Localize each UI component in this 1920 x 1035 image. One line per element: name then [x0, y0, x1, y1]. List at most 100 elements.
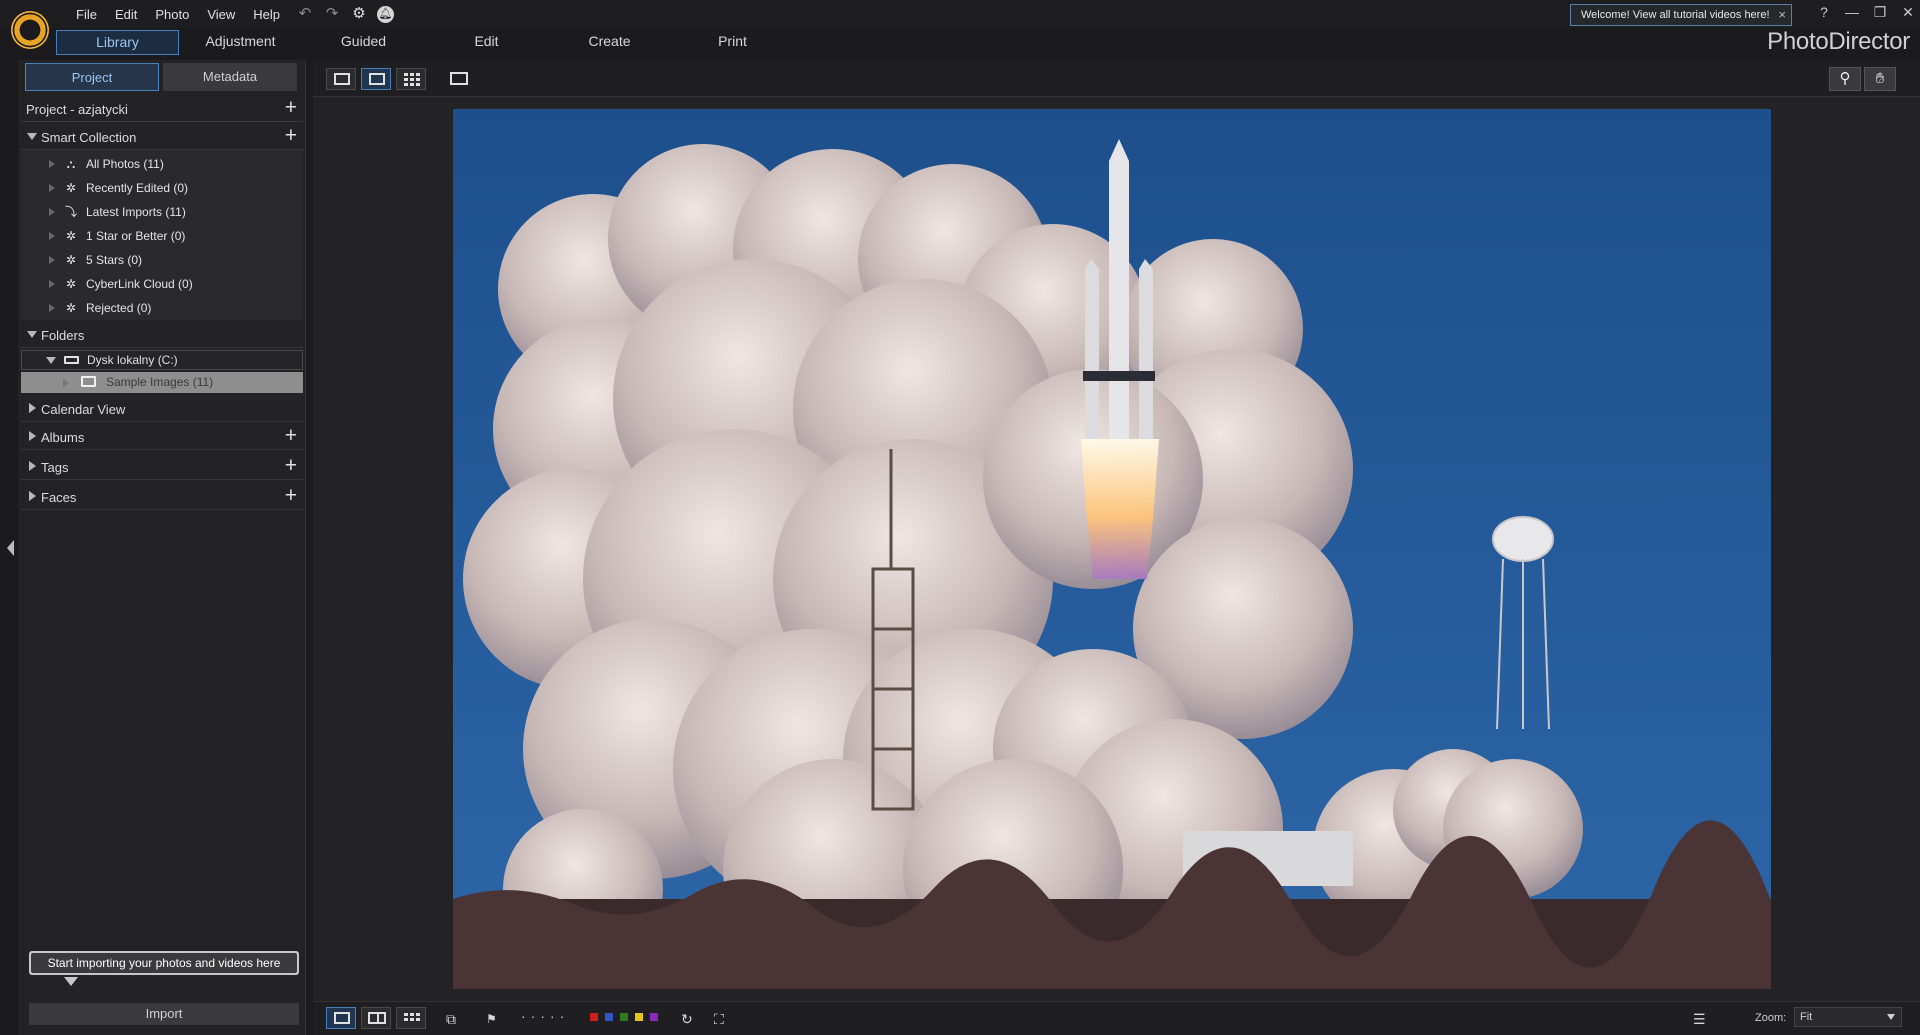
color-label-blue[interactable]: [605, 1013, 613, 1021]
smart-collection-list: ⛬ All Photos (11) ✲ Recently Edited (0) …: [21, 150, 303, 320]
menu-file[interactable]: File: [67, 5, 106, 24]
folders-header[interactable]: Folders: [21, 322, 303, 348]
tab-print[interactable]: Print: [671, 30, 794, 55]
list-item[interactable]: ✲ Recently Edited (0): [21, 176, 303, 200]
expand-arrow-icon[interactable]: [27, 133, 37, 140]
redo-icon[interactable]: ↷: [323, 5, 341, 23]
zoom-select[interactable]: Fit: [1794, 1007, 1902, 1027]
expand-arrow-icon[interactable]: [46, 357, 56, 364]
project-row[interactable]: Project - azjatycki +: [21, 96, 303, 122]
rotate-icon[interactable]: ↻: [681, 1011, 693, 1027]
color-label-purple[interactable]: [650, 1013, 658, 1021]
import-button[interactable]: Import: [29, 1003, 299, 1025]
add-face-icon[interactable]: +: [285, 485, 297, 506]
notification-bell-icon[interactable]: 🔔︎: [377, 5, 394, 23]
smart-collection-header[interactable]: Smart Collection +: [21, 124, 303, 150]
list-item-label: All Photos (11): [86, 157, 164, 171]
help-icon[interactable]: ?: [1817, 4, 1831, 21]
menu-photo[interactable]: Photo: [146, 5, 198, 24]
expand-arrow-icon[interactable]: [49, 280, 55, 288]
tab-edit[interactable]: Edit: [425, 30, 548, 55]
undo-icon[interactable]: ↶: [296, 5, 314, 23]
flag-icon[interactable]: ⚑: [486, 1011, 497, 1027]
close-window-icon[interactable]: ✕: [1901, 4, 1915, 21]
hand-tool-button[interactable]: ✋︎: [1864, 67, 1896, 91]
crop-select-icon[interactable]: ⛶: [714, 1011, 724, 1027]
menu-help[interactable]: Help: [244, 5, 289, 24]
expand-arrow-icon[interactable]: [29, 491, 36, 501]
faces-header[interactable]: Faces +: [21, 484, 303, 510]
tab-create[interactable]: Create: [548, 30, 671, 55]
drive-label: Dysk lokalny (C:): [87, 353, 178, 367]
folder-label: Sample Images (11): [106, 375, 214, 389]
viewer-mode-button[interactable]: [361, 68, 391, 90]
multi-view-button[interactable]: [396, 1007, 426, 1029]
close-icon[interactable]: ×: [1778, 5, 1786, 25]
single-view-button[interactable]: [326, 1007, 356, 1029]
folder-item[interactable]: Sample Images (11): [21, 372, 303, 393]
expand-arrow-icon[interactable]: [49, 304, 55, 312]
list-item[interactable]: ✲ 5 Stars (0): [21, 248, 303, 272]
chevron-down-icon: [1887, 1014, 1895, 1020]
expand-arrow-icon[interactable]: [63, 379, 69, 387]
browser-view-button[interactable]: [326, 68, 356, 90]
restore-icon[interactable]: ❐: [1873, 4, 1887, 21]
list-item-label: 5 Stars (0): [86, 253, 143, 267]
add-smart-collection-icon[interactable]: +: [285, 125, 297, 146]
list-item[interactable]: ⛬ All Photos (11): [21, 152, 303, 176]
rating-dots[interactable]: ·····: [521, 1008, 569, 1024]
folders-title: Folders: [41, 328, 85, 343]
tab-guided[interactable]: Guided: [302, 30, 425, 55]
second-display-button[interactable]: [443, 68, 473, 90]
settings-gear-icon[interactable]: ⚙: [350, 5, 368, 23]
menu-view[interactable]: View: [198, 5, 244, 24]
grid-view-button[interactable]: [396, 68, 426, 90]
drive-item[interactable]: Dysk lokalny (C:): [21, 350, 303, 370]
calendar-view-header[interactable]: Calendar View: [21, 396, 303, 422]
list-item[interactable]: ✲ 1 Star or Better (0): [21, 224, 303, 248]
color-label-red[interactable]: [590, 1013, 598, 1021]
zoom-tool-button[interactable]: ⚲: [1829, 67, 1861, 91]
menu-edit[interactable]: Edit: [106, 5, 146, 24]
list-item[interactable]: ✲ Rejected (0): [21, 296, 303, 320]
expand-arrow-icon[interactable]: [49, 160, 55, 168]
expand-arrow-icon[interactable]: [49, 256, 55, 264]
sort-options-icon[interactable]: ☰: [1693, 1011, 1706, 1027]
albums-header[interactable]: Albums +: [21, 424, 303, 450]
tab-metadata[interactable]: Metadata: [163, 63, 297, 91]
expand-arrow-icon[interactable]: [49, 208, 55, 216]
tooltip-pointer: [64, 977, 78, 986]
welcome-banner[interactable]: Welcome! View all tutorial videos here! …: [1570, 4, 1792, 26]
expand-arrow-icon[interactable]: [49, 184, 55, 192]
add-tag-icon[interactable]: +: [285, 455, 297, 476]
tab-library[interactable]: Library: [56, 30, 179, 55]
compare-view-button[interactable]: [361, 1007, 391, 1029]
color-label-yellow[interactable]: [635, 1013, 643, 1021]
module-tabs: Library Adjustment Guided Edit Create Pr…: [56, 30, 794, 55]
menu-bar: File Edit Photo View Help: [67, 5, 289, 24]
collapse-panel-icon[interactable]: [7, 540, 14, 556]
color-label-green[interactable]: [620, 1013, 628, 1021]
smart-collection-icon: ✲: [65, 301, 77, 315]
section-label: Calendar View: [41, 402, 126, 417]
project-label: Project - azjatycki: [26, 102, 128, 117]
expand-arrow-icon[interactable]: [27, 331, 37, 338]
expand-arrow-icon[interactable]: [29, 461, 36, 471]
face-tag-icon[interactable]: ⧉: [446, 1011, 456, 1027]
bottom-toolbar: ⧉ ⚑ ····· ↻ ⛶ ☰ Zoom: Fit: [313, 1001, 1920, 1035]
expand-arrow-icon[interactable]: [29, 431, 36, 441]
minimize-icon[interactable]: —: [1845, 4, 1859, 21]
list-item-label: Recently Edited (0): [86, 181, 189, 195]
tab-adjustment[interactable]: Adjustment: [179, 30, 302, 55]
tab-project[interactable]: Project: [25, 63, 159, 91]
tags-header[interactable]: Tags +: [21, 454, 303, 480]
expand-arrow-icon[interactable]: [49, 232, 55, 240]
photo-preview[interactable]: [453, 109, 1771, 989]
list-item-label: CyberLink Cloud (0): [86, 277, 193, 291]
list-item[interactable]: ✲ CyberLink Cloud (0): [21, 272, 303, 296]
add-project-icon[interactable]: +: [285, 97, 297, 118]
folder-icon: [81, 376, 96, 387]
add-album-icon[interactable]: +: [285, 425, 297, 446]
list-item[interactable]: ⤵ Latest Imports (11): [21, 200, 303, 224]
expand-arrow-icon[interactable]: [29, 403, 36, 413]
